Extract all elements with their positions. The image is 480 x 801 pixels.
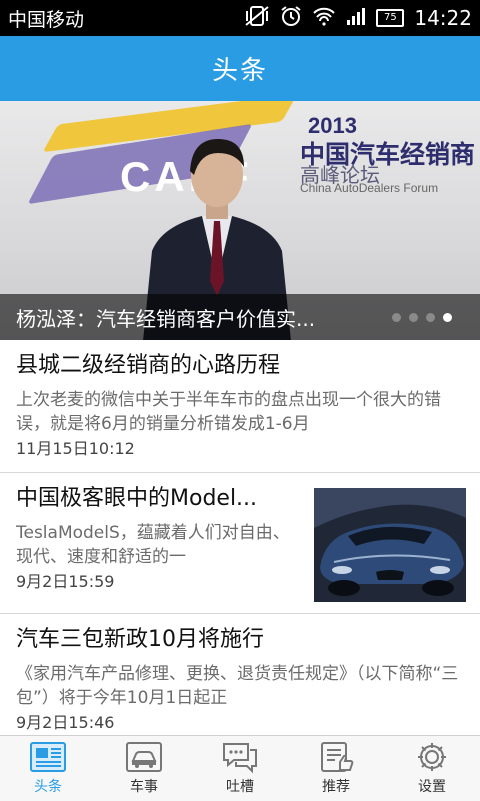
carousel-dot-active[interactable] [443, 313, 452, 322]
newspaper-icon [30, 742, 66, 772]
news-title: 中国极客眼中的Model... [16, 486, 258, 511]
news-list: 县城二级经销商的心路历程 上次老麦的微信中关于半年车市的盘点出现一个很大的错误，… [0, 340, 480, 735]
news-time: 11月15日10:12 [16, 439, 135, 458]
carrier-name: 中国移动 [8, 8, 85, 31]
news-item[interactable]: 中国极客眼中的Model... TeslaModelS，蕴藏着人们对自由、现代、… [0, 473, 480, 614]
banner-english: China AutoDealers Forum [300, 181, 439, 195]
news-time: 9月2日15:59 [16, 572, 115, 591]
battery-icon: 75 [376, 9, 405, 27]
bottom-nav: 头条 车事 吐槽 推荐 设置 [0, 735, 480, 801]
news-summary: 《家用汽车产品修理、更换、退货责任规定》（以下简称“三包”）将于今年10月1日起… [16, 664, 459, 708]
news-thumbnail [314, 488, 466, 602]
wifi-icon [312, 6, 336, 30]
car-icon [126, 742, 162, 772]
carousel-indicator [392, 313, 452, 322]
news-time: 9月2日15:46 [16, 713, 115, 732]
news-text-column: 中国极客眼中的Model... TeslaModelS，蕴藏着人们对自由、现代、… [16, 483, 296, 595]
news-title: 县城二级经销商的心路历程 [16, 353, 281, 378]
clock: 14:22 [414, 6, 472, 30]
nav-label: 吐槽 [226, 779, 254, 795]
chat-bubbles-icon [223, 743, 257, 774]
carousel-dot[interactable] [409, 313, 418, 322]
nav-tab-headlines[interactable]: 头条 [0, 736, 96, 801]
status-bar: 中国移动 75 14:22 [0, 0, 480, 36]
status-icons: 75 14:22 [244, 0, 472, 36]
nav-label: 车事 [130, 779, 158, 795]
alarm-icon [280, 5, 302, 31]
signal-icon [346, 6, 366, 30]
gear-icon [418, 743, 446, 771]
nav-tab-recommend[interactable]: 推荐 [288, 736, 384, 801]
news-item[interactable]: 汽车三包新政10月将施行 《家用汽车产品修理、更换、退货责任规定》（以下简称“三… [0, 614, 480, 735]
news-item[interactable]: 县城二级经销商的心路历程 上次老麦的微信中关于半年车市的盘点出现一个很大的错误，… [0, 340, 480, 473]
nav-tab-rant[interactable]: 吐槽 [192, 736, 288, 801]
nav-label: 推荐 [322, 779, 350, 795]
app-header: 头条 [0, 36, 480, 101]
carousel-dot[interactable] [426, 313, 435, 322]
nav-label: 设置 [418, 779, 446, 795]
nav-tab-settings[interactable]: 设置 [384, 736, 480, 801]
news-summary: TeslaModelS，蕴藏着人们对自由、现代、速度和舒适的一 [16, 523, 290, 567]
vibrate-off-icon [244, 5, 270, 31]
news-summary: 上次老麦的微信中关于半年车市的盘点出现一个很大的错误，就是将6月的销量分析错发成… [16, 390, 441, 434]
news-title: 汽车三包新政10月将施行 [16, 627, 264, 652]
page-title: 头条 [211, 56, 268, 86]
carousel-caption-text: 杨泓泽：汽车经销商客户价值实... [16, 306, 316, 331]
headline-carousel[interactable]: CADF 2013 中国汽车经销商 高峰论坛 China AutoDealers… [0, 101, 480, 340]
carousel-dot[interactable] [392, 313, 401, 322]
nav-tab-car-news[interactable]: 车事 [96, 736, 192, 801]
recommend-icon [321, 742, 354, 772]
nav-label: 头条 [34, 779, 62, 795]
car-photo-icon [314, 488, 466, 602]
